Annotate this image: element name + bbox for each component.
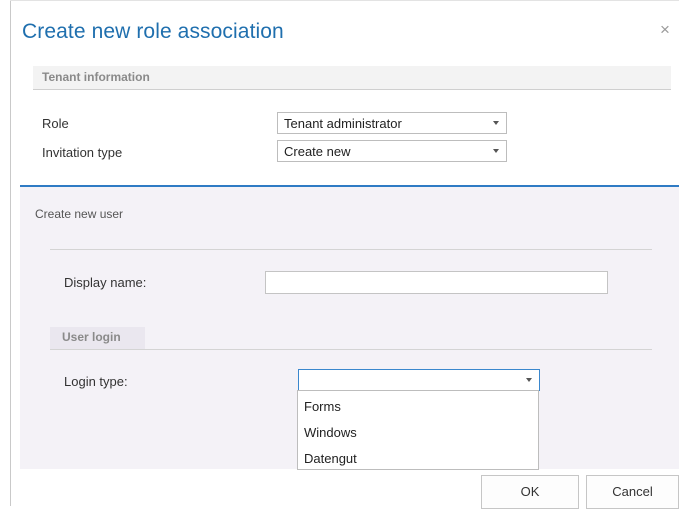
role-label: Role — [42, 116, 69, 131]
cancel-button[interactable]: Cancel — [586, 475, 679, 509]
user-login-header: User login — [50, 327, 145, 349]
invitation-type-select[interactable]: Create new — [277, 140, 507, 162]
chevron-down-icon — [526, 378, 532, 382]
display-name-label: Display name: — [64, 275, 147, 290]
option-label: Forms — [304, 399, 341, 414]
login-type-select[interactable] — [298, 369, 540, 391]
dialog-top-border — [10, 0, 679, 1]
ok-button[interactable]: OK — [481, 475, 579, 509]
create-new-user-title: Create new user — [35, 207, 124, 221]
close-icon[interactable]: × — [660, 20, 670, 40]
divider — [50, 249, 652, 250]
dialog-left-border — [10, 0, 11, 506]
tenant-information-label: Tenant information — [42, 70, 150, 84]
dialog-title: Create new role association — [22, 20, 284, 43]
option-label: Datengut — [304, 451, 357, 466]
option-label: Windows — [304, 425, 357, 440]
display-name-input[interactable] — [265, 271, 608, 294]
login-type-label: Login type: — [64, 374, 128, 389]
login-type-option-datengut[interactable]: Datengut — [298, 445, 538, 471]
invitation-type-select-value: Create new — [284, 144, 351, 159]
chevron-down-icon — [493, 121, 499, 125]
tenant-information-header: Tenant information — [33, 66, 671, 90]
login-type-option-windows[interactable]: Windows — [298, 419, 538, 445]
chevron-down-icon — [493, 149, 499, 153]
role-select[interactable]: Tenant administrator — [277, 112, 507, 134]
login-type-dropdown: Forms Windows Datengut — [297, 390, 539, 470]
login-type-option-forms[interactable]: Forms — [298, 393, 538, 419]
divider — [50, 349, 652, 350]
user-login-label: User login — [62, 330, 121, 344]
role-select-value: Tenant administrator — [284, 116, 402, 131]
invitation-type-label: Invitation type — [42, 145, 123, 160]
